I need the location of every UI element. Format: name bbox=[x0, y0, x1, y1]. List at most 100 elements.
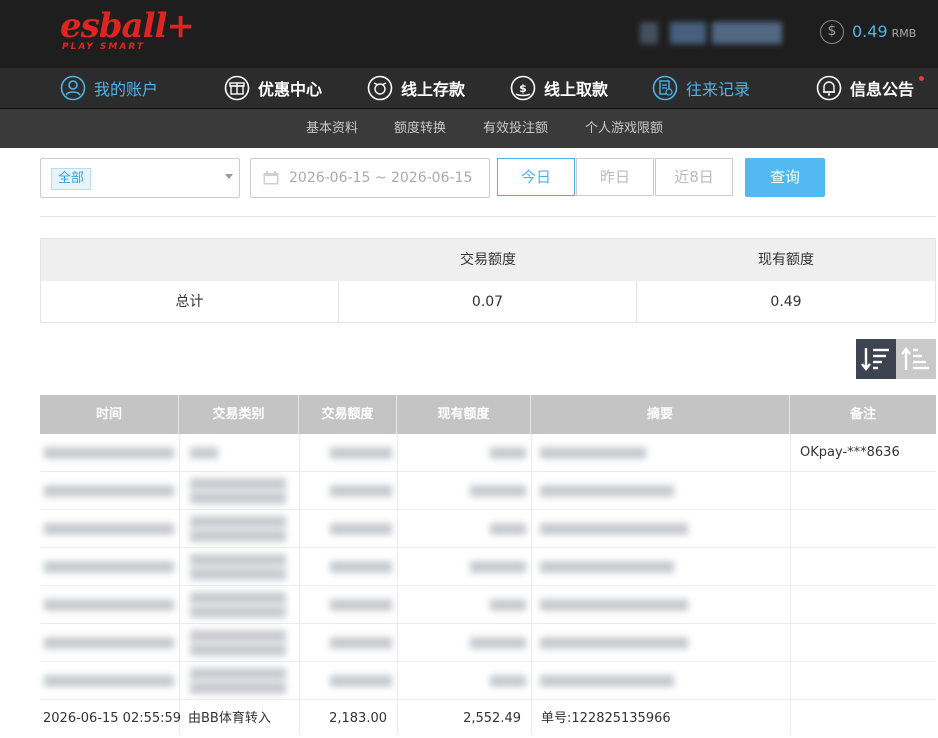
blurred-cell bbox=[190, 682, 286, 694]
header-time[interactable]: 时间 bbox=[40, 395, 179, 434]
blurred-cell bbox=[44, 637, 174, 649]
blurred-cell bbox=[490, 675, 526, 687]
table-row[interactable] bbox=[40, 586, 936, 624]
blurred-cell bbox=[190, 516, 286, 528]
blurred-cell bbox=[540, 599, 688, 611]
nav-deposit[interactable]: 线上存款 bbox=[367, 68, 465, 108]
nav-my-account[interactable]: 我的账户 bbox=[60, 68, 158, 108]
nav-label: 往来记录 bbox=[686, 80, 751, 99]
filter-bar: 全部 2026-06-15 ~ 2026-06-15 今日 昨日 近8日 查询 bbox=[40, 158, 936, 198]
logo-tagline: PLAY SMART bbox=[62, 42, 145, 52]
table-row[interactable] bbox=[40, 548, 936, 586]
nav-records[interactable]: 往来记录 bbox=[652, 68, 750, 108]
subnav-transfer[interactable]: 额度转换 bbox=[394, 109, 446, 148]
blurred-cell bbox=[540, 561, 674, 573]
summary-cell: 单号:122825135966 bbox=[541, 711, 671, 726]
blurred-cell bbox=[190, 478, 286, 490]
nav-withdraw[interactable]: $ 线上取款 bbox=[510, 68, 608, 108]
selected-type-tag: 全部 bbox=[51, 168, 92, 190]
user-icon bbox=[60, 75, 86, 101]
header-type[interactable]: 交易类别 bbox=[179, 395, 299, 434]
blurred-cell bbox=[44, 523, 174, 535]
last-8-days-button[interactable]: 近8日 bbox=[655, 158, 733, 196]
balance-value: 0.49 bbox=[852, 22, 888, 41]
balance-currency: RMB bbox=[891, 27, 917, 40]
blurred-cell bbox=[190, 644, 286, 656]
summary-header-amount: 交易额度 bbox=[460, 252, 516, 268]
blurred-cell bbox=[540, 447, 646, 459]
header-balance[interactable]: 现有额度 bbox=[397, 395, 531, 434]
table-row[interactable] bbox=[40, 662, 936, 700]
summary-total-label: 总计 bbox=[175, 294, 204, 310]
amount-cell: 2,183.00 bbox=[329, 711, 387, 726]
table-row[interactable] bbox=[40, 624, 936, 662]
top-bar: esball+ PLAY SMART $ 0.49 RMB bbox=[0, 0, 938, 68]
deposit-icon bbox=[367, 75, 393, 101]
type-select[interactable]: 全部 bbox=[40, 158, 240, 198]
blurred-cell bbox=[190, 447, 218, 459]
sort-asc-icon bbox=[901, 347, 929, 370]
blurred-cell bbox=[540, 523, 688, 535]
blurred-cell bbox=[490, 447, 526, 459]
note-cell: OKpay-***8636 bbox=[800, 445, 900, 460]
table-row[interactable]: 2026-06-15 02:55:59 由BB体育转入 2,183.00 2,5… bbox=[40, 700, 936, 738]
withdraw-icon: $ bbox=[510, 75, 536, 101]
logo-text: esball+ bbox=[60, 6, 195, 46]
nav-label: 优惠中心 bbox=[258, 80, 323, 99]
blurred-cell bbox=[330, 523, 392, 535]
nav-label: 信息公告 bbox=[850, 80, 915, 99]
nav-announcements[interactable]: 信息公告 bbox=[816, 68, 925, 108]
gift-icon bbox=[224, 75, 250, 101]
blurred-cell bbox=[190, 606, 286, 618]
query-button[interactable]: 查询 bbox=[745, 158, 825, 197]
svg-text:$: $ bbox=[519, 82, 527, 95]
sort-asc-button[interactable] bbox=[896, 339, 936, 379]
blurred-cell bbox=[44, 675, 174, 687]
summary-total-amount: 0.07 bbox=[471, 294, 504, 310]
table-row[interactable]: OKpay-***8636 bbox=[40, 434, 936, 472]
header-note[interactable]: 备注 bbox=[790, 395, 936, 434]
blurred-cell bbox=[44, 599, 174, 611]
table-row[interactable] bbox=[40, 510, 936, 548]
yesterday-button[interactable]: 昨日 bbox=[576, 158, 654, 196]
divider bbox=[40, 216, 936, 217]
blurred-cell bbox=[190, 530, 286, 542]
blurred-cell bbox=[490, 523, 526, 535]
blurred-cell bbox=[330, 485, 392, 497]
sort-desc-button[interactable] bbox=[856, 339, 896, 379]
blurred-cell bbox=[330, 637, 392, 649]
account-balance: 0.49 RMB bbox=[852, 21, 916, 45]
table-row[interactable] bbox=[40, 472, 936, 510]
subnav-game-limits[interactable]: 个人游戏限额 bbox=[585, 109, 663, 148]
header-summary[interactable]: 摘要 bbox=[531, 395, 790, 434]
blurred-cell bbox=[470, 637, 526, 649]
record-icon bbox=[652, 75, 678, 101]
main-nav: 我的账户 优惠中心 线上存款 $ 线上取款 往来记录 信息公告 bbox=[0, 68, 938, 109]
subnav-basic-info[interactable]: 基本资料 bbox=[306, 109, 358, 148]
blurred-cell bbox=[540, 637, 688, 649]
blurred-cell bbox=[540, 485, 674, 497]
date-range-input[interactable]: 2026-06-15 ~ 2026-06-15 bbox=[250, 158, 490, 198]
blurred-cell bbox=[190, 630, 286, 642]
nav-label: 我的账户 bbox=[94, 80, 159, 99]
blurred-cell bbox=[470, 561, 526, 573]
type-cell: 由BB体育转入 bbox=[188, 711, 271, 726]
sub-nav: 基本资料 额度转换 有效投注额 个人游戏限额 bbox=[0, 109, 938, 148]
chevron-down-icon bbox=[225, 174, 233, 179]
today-button[interactable]: 今日 bbox=[497, 158, 575, 196]
subnav-valid-bets[interactable]: 有效投注额 bbox=[483, 109, 548, 148]
blurred-cell bbox=[44, 447, 174, 459]
nav-label: 线上存款 bbox=[401, 80, 466, 99]
notification-dot bbox=[919, 76, 925, 81]
balance-cell: 2,552.49 bbox=[463, 711, 521, 726]
sort-desc-icon bbox=[861, 348, 889, 371]
blurred-cell bbox=[540, 675, 674, 687]
time-cell: 2026-06-15 02:55:59 bbox=[43, 711, 182, 726]
brand-logo[interactable]: esball+ PLAY SMART bbox=[60, 6, 195, 56]
header-amount[interactable]: 交易额度 bbox=[299, 395, 397, 434]
summary-total-balance: 0.49 bbox=[770, 294, 802, 310]
username-blurred bbox=[640, 22, 790, 44]
blurred-cell bbox=[190, 554, 286, 566]
nav-promotions[interactable]: 优惠中心 bbox=[224, 68, 322, 108]
calendar-icon bbox=[263, 171, 279, 185]
